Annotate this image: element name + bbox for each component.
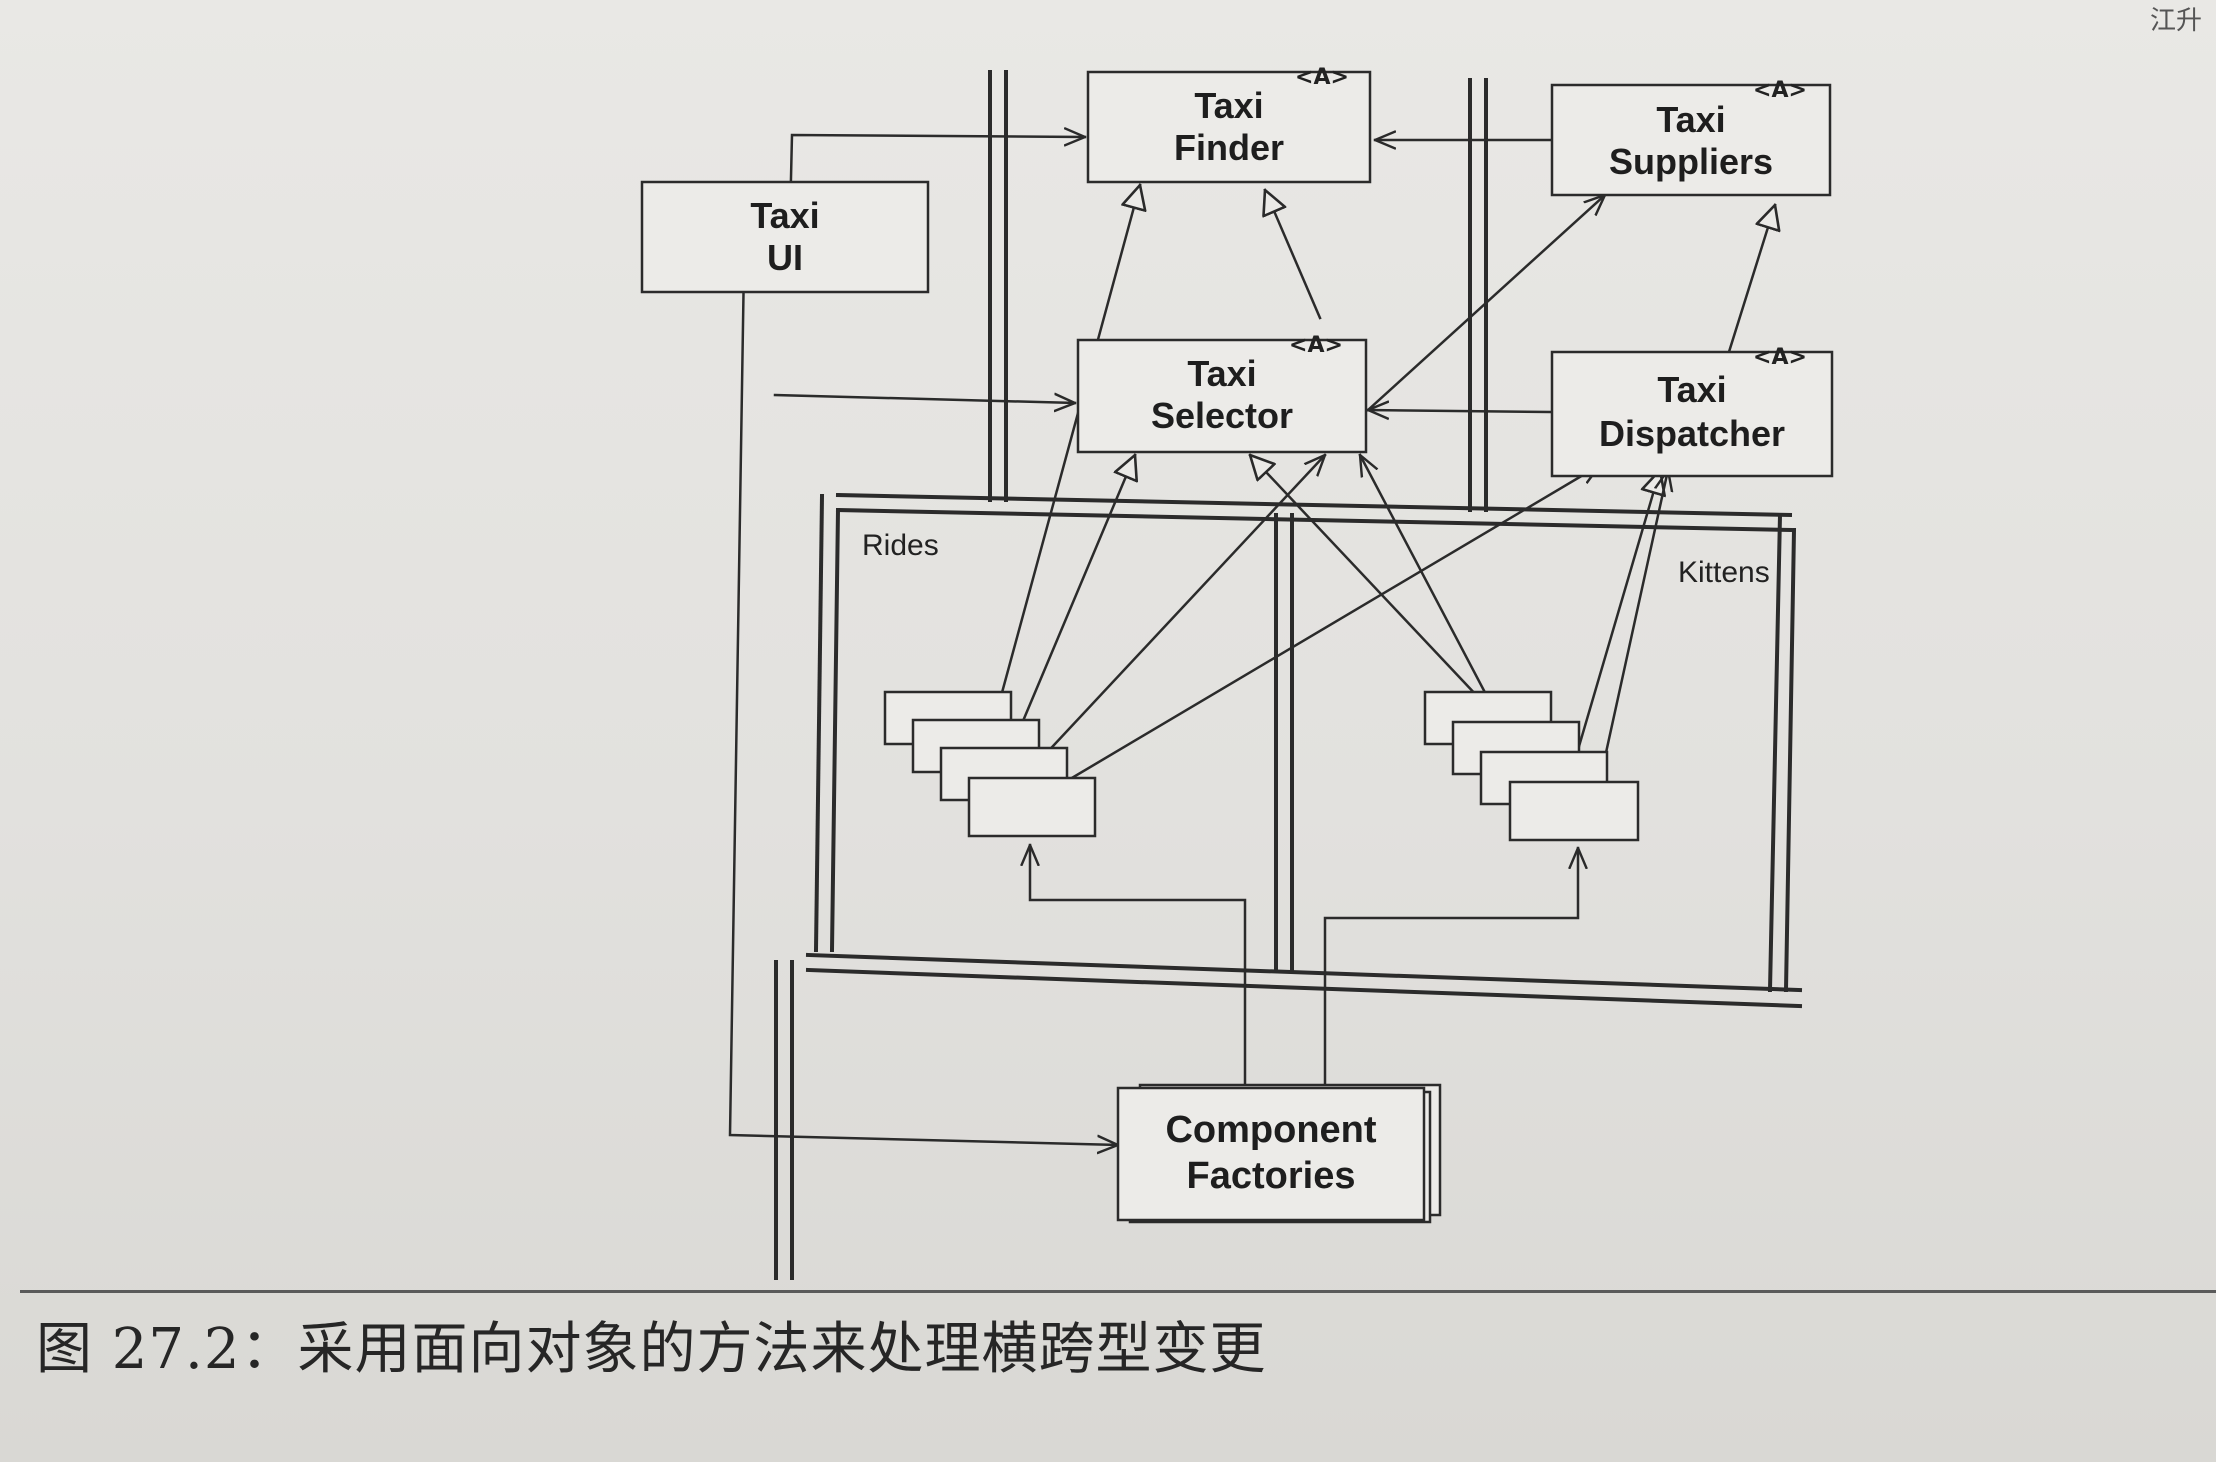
svg-text:Taxi: Taxi [750, 195, 819, 236]
taxi-ui-to-selector-line [773, 395, 1075, 403]
abstract-marker: <A> [1753, 78, 1807, 103]
svg-text:Taxi: Taxi [1194, 85, 1263, 126]
boundary-line-right-top [1468, 78, 1488, 512]
package-label-kittens: Kittens [1678, 556, 1770, 589]
svg-text:UI: UI [767, 237, 803, 278]
caption-rule [20, 1290, 2216, 1293]
svg-text:Finder: Finder [1174, 127, 1284, 168]
book-page: 江升 Taxi UI Taxi Finder <A> Taxi Supplier… [0, 0, 2216, 1462]
taxi-dispatcher-box: Taxi Dispatcher <A> [1550, 345, 1834, 478]
factories-to-kittens-line [1323, 846, 1578, 1092]
package-label-rides: Rides [862, 529, 939, 562]
svg-text:Dispatcher: Dispatcher [1599, 413, 1785, 454]
kittens-to-selector [1250, 455, 1497, 717]
svg-text:Factories: Factories [1187, 1155, 1356, 1197]
svg-text:Selector: Selector [1151, 395, 1293, 436]
figure-caption: 图 27.2：采用面向对象的方法来处理横跨型变更 [36, 1317, 1267, 1382]
svg-text:Taxi: Taxi [1657, 369, 1726, 410]
taxi-selector-box: Taxi Selector <A> [1076, 333, 1368, 454]
dispatcher-inherits-suppliers [1726, 205, 1775, 357]
taxi-ui-to-factories-line [728, 198, 1118, 1145]
svg-text:Component: Component [1165, 1109, 1376, 1151]
kittens-to-dispatcher [1573, 470, 1660, 762]
abstract-marker: <A> [1753, 345, 1807, 370]
taxi-suppliers-box: Taxi Suppliers <A> [1550, 78, 1832, 197]
svg-text:Suppliers: Suppliers [1609, 141, 1773, 182]
selector-inherits-finder [1265, 190, 1322, 320]
boundary-line-left-bottom [774, 960, 794, 1280]
abstract-marker: <A> [1295, 65, 1349, 90]
svg-text:Taxi: Taxi [1656, 99, 1725, 140]
svg-text:Taxi: Taxi [1187, 353, 1256, 394]
architecture-diagram: Taxi UI Taxi Finder <A> Taxi Suppliers <… [640, 65, 1834, 1280]
taxi-ui-box: Taxi UI [640, 180, 930, 294]
abstract-marker: <A> [1289, 333, 1343, 358]
rides-component-stack [883, 690, 1097, 838]
kittens-component-stack [1423, 690, 1640, 842]
dispatcher-to-selector-line [1366, 410, 1552, 412]
component-factories-box: Component Factories [1116, 1083, 1442, 1224]
taxi-finder-box: Taxi Finder <A> [1086, 65, 1372, 184]
kittens-to-dispatcher-2 [1598, 470, 1668, 782]
